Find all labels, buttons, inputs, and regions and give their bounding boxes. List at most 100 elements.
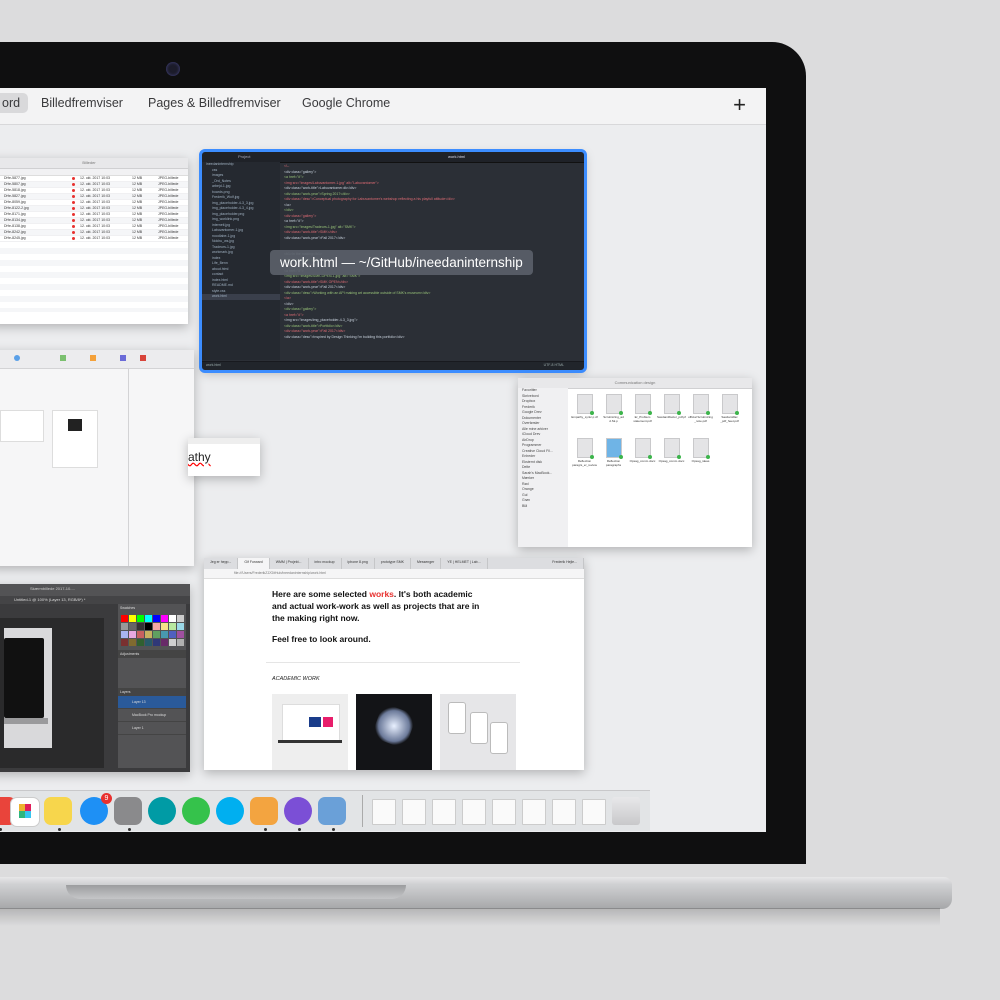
finder-sidebar[interactable]: Favoritter Skrivebord Dropbox Frederik Googl… bbox=[518, 388, 568, 547]
color-swatch[interactable] bbox=[144, 630, 152, 638]
chrome-tab[interactable]: YE | HELMET | Lab... bbox=[441, 558, 488, 569]
dock-document-thumbnail[interactable] bbox=[552, 799, 576, 825]
add-space-button[interactable]: + bbox=[733, 92, 746, 118]
color-swatch[interactable] bbox=[152, 638, 160, 646]
chrome-tab[interactable]: prototype SMK bbox=[375, 558, 411, 569]
color-swatch[interactable] bbox=[144, 622, 152, 630]
finder-file[interactable]: Saxdamilfactor_pdf.pf bbox=[657, 394, 686, 438]
chrome-address-bar[interactable]: file:///Users/FrederikZZ/GitHub/ineedani… bbox=[204, 569, 584, 579]
dock-document-thumbnail[interactable] bbox=[432, 799, 456, 825]
pages-window[interactable] bbox=[0, 350, 194, 566]
color-swatch[interactable] bbox=[128, 614, 136, 622]
photoshop-window[interactable]: Skærmbillede 2017-10-... Untitled-1 @ 10… bbox=[0, 584, 190, 772]
work-thumb-phones[interactable] bbox=[440, 694, 516, 770]
color-swatch[interactable] bbox=[120, 614, 128, 622]
pages-icon[interactable] bbox=[250, 797, 278, 825]
system-preferences-icon[interactable] bbox=[114, 797, 142, 825]
skype-icon[interactable] bbox=[216, 797, 244, 825]
color-swatch[interactable] bbox=[176, 630, 184, 638]
color-swatch[interactable] bbox=[128, 630, 136, 638]
ps-layer[interactable]: MacBook Pro mockup bbox=[118, 709, 186, 722]
color-swatch[interactable] bbox=[176, 622, 184, 630]
dock-document-thumbnail[interactable] bbox=[522, 799, 546, 825]
color-swatch[interactable] bbox=[168, 614, 176, 622]
color-swatch[interactable] bbox=[136, 630, 144, 638]
finder-list-window[interactable]: Billeder DHe-5877.jpg 12. okt. 2017 10:03… bbox=[0, 158, 188, 324]
space-tab-billedfremviser[interactable]: Billedfremviser bbox=[41, 96, 123, 110]
color-swatch[interactable] bbox=[152, 630, 160, 638]
color-swatch[interactable] bbox=[136, 614, 144, 622]
color-swatch[interactable] bbox=[120, 638, 128, 646]
color-swatch[interactable] bbox=[168, 622, 176, 630]
preview-icon[interactable] bbox=[318, 797, 346, 825]
chrome-tab[interactable]: Jeg er hepp... bbox=[204, 558, 239, 569]
ps-swatches-tab[interactable]: Swatches bbox=[118, 604, 186, 612]
dock-document-thumbnail[interactable] bbox=[492, 799, 516, 825]
dock-document-thumbnail[interactable] bbox=[372, 799, 396, 825]
finder-file[interactable]: Reflection paragraphs bbox=[599, 438, 628, 482]
color-swatch[interactable] bbox=[176, 638, 184, 646]
notes-icon[interactable] bbox=[44, 797, 72, 825]
space-tab-google-chrome[interactable]: Google Chrome bbox=[302, 96, 390, 110]
color-swatch[interactable] bbox=[168, 630, 176, 638]
color-swatch[interactable] bbox=[176, 614, 184, 622]
dock-document-thumbnail[interactable] bbox=[462, 799, 486, 825]
color-swatch[interactable] bbox=[160, 630, 168, 638]
work-thumb-design-games[interactable] bbox=[272, 694, 348, 770]
slack-icon[interactable] bbox=[10, 797, 40, 827]
finder-file[interactable]: Saxdamilfac _pdf_heet.pdf bbox=[715, 394, 744, 438]
color-swatch[interactable] bbox=[120, 630, 128, 638]
chrome-tab-strip[interactable]: Jeg er hepp... Gif Forward WMM | Projekt..… bbox=[204, 558, 584, 569]
finder-sidebar-item[interactable]: Blå bbox=[518, 504, 568, 510]
finder-file[interactable]: Scrutinizing_ad d.Sk.p bbox=[599, 394, 628, 438]
color-swatch[interactable] bbox=[128, 622, 136, 630]
color-swatch[interactable] bbox=[144, 614, 152, 622]
ps-adjustments-tab[interactable]: Adjustments bbox=[118, 650, 186, 658]
finder-file[interactable]: official Scrutinizing _note.pdf bbox=[686, 394, 715, 438]
dock-document-thumbnail[interactable] bbox=[582, 799, 606, 825]
finder-file[interactable]: Opsag_ideas bbox=[686, 438, 715, 482]
color-swatch[interactable] bbox=[152, 614, 160, 622]
chrome-tab[interactable]: WMM | Projekt... bbox=[270, 558, 309, 569]
color-swatch[interactable] bbox=[152, 622, 160, 630]
app-store-icon[interactable]: 9 bbox=[80, 793, 112, 825]
color-swatch[interactable] bbox=[160, 614, 168, 622]
file-row[interactable]: DHe-8245.jpg 12. okt. 2017 10:03 12 MB JPEG… bbox=[0, 236, 188, 242]
chrome-tab[interactable]: Gif Forward bbox=[238, 558, 270, 569]
ps-layer[interactable]: Layer 13 bbox=[118, 696, 186, 709]
chrome-tab[interactable]: intro mockup bbox=[309, 558, 342, 569]
dock-document-thumbnail[interactable] bbox=[402, 799, 426, 825]
finder-file[interactable]: Er_Problem statement.pdf bbox=[628, 394, 657, 438]
chrome-tab[interactable]: Messenger bbox=[411, 558, 442, 569]
color-swatch[interactable] bbox=[160, 622, 168, 630]
ps-layer[interactable]: Layer 1 bbox=[118, 722, 186, 735]
finder-file[interactable]: Opsag_comm.docx bbox=[657, 438, 686, 482]
color-swatch[interactable] bbox=[168, 638, 176, 646]
chrome-window[interactable]: Jeg er hepp... Gif Forward WMM | Projekt..… bbox=[204, 558, 584, 770]
pages-floating-dialog[interactable]: athy bbox=[188, 438, 260, 476]
finder-file-grid[interactable]: Empathy_syntc.p df Scrutinizing_ad d.Sk.p… bbox=[570, 394, 748, 482]
intro-works-link[interactable]: works bbox=[369, 589, 394, 599]
ps-layer-list[interactable]: Layer 13 MacBook Pro mockup Layer 1 bbox=[118, 696, 186, 735]
space-tab-pages-billedfremviser[interactable]: Pages & Billedfremviser bbox=[148, 96, 281, 110]
ps-layers-tab[interactable]: Layers bbox=[118, 688, 186, 696]
chrome-tab[interactable]: iphone 8.png bbox=[342, 558, 375, 569]
ps-swatch-grid[interactable] bbox=[118, 612, 186, 648]
space-tab-0[interactable]: ord bbox=[0, 93, 29, 113]
color-swatch[interactable] bbox=[136, 638, 144, 646]
color-swatch[interactable] bbox=[120, 622, 128, 630]
color-swatch[interactable] bbox=[136, 622, 144, 630]
trash-icon[interactable] bbox=[612, 797, 640, 825]
arduino-icon[interactable] bbox=[148, 797, 176, 825]
finder-icon-window[interactable]: Communication design Favoritter Skrivebor… bbox=[518, 378, 752, 547]
finder-file[interactable]: Empathy_syntc.p df bbox=[570, 394, 599, 438]
whatsapp-icon[interactable] bbox=[182, 797, 210, 825]
color-swatch[interactable] bbox=[144, 638, 152, 646]
color-swatch[interactable] bbox=[128, 638, 136, 646]
github-icon[interactable] bbox=[284, 797, 312, 825]
work-thumb-light[interactable] bbox=[356, 694, 432, 770]
finder-file[interactable]: Opsag_comm.docx bbox=[628, 438, 657, 482]
chrome-profile[interactable]: Frederik Hejle... bbox=[546, 558, 584, 569]
color-swatch[interactable] bbox=[160, 638, 168, 646]
finder-file[interactable]: Reflection paragrs_er_review bbox=[570, 438, 599, 482]
